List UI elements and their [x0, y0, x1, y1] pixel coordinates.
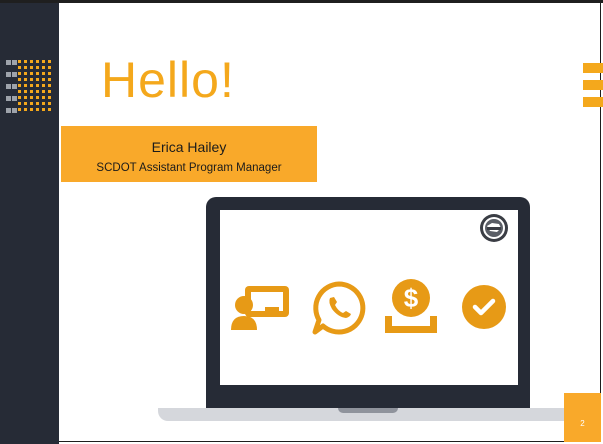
grid-dot: [36, 66, 39, 69]
grid-dot: [18, 108, 21, 111]
grid-dot: [48, 60, 51, 63]
right-bar: [583, 63, 603, 73]
presenter-role: SCDOT Assistant Program Manager: [96, 162, 282, 174]
scdot-seal-icon: [480, 214, 508, 242]
grid-dot: [30, 96, 33, 99]
grid-dot: [36, 102, 39, 105]
grid-dot: [42, 84, 45, 87]
grid-dot: [36, 78, 39, 81]
grid-dot: [12, 96, 17, 101]
grid-dot: [48, 108, 51, 111]
grid-dot: [42, 90, 45, 93]
grid-dot: [48, 102, 51, 105]
grid-dot: [36, 96, 39, 99]
grid-dot: [30, 66, 33, 69]
grid-dot: [48, 72, 51, 75]
grid-dot: [36, 108, 39, 111]
grid-dot: [18, 78, 21, 81]
grid-dot: [24, 78, 27, 81]
grid-dot: [30, 84, 33, 87]
grid-dot: [36, 72, 39, 75]
grid-dot: [30, 108, 33, 111]
grid-dot: [12, 84, 17, 89]
grid-dot: [42, 72, 45, 75]
grid-dot: [36, 84, 39, 87]
presenter-box: Erica Hailey SCDOT Assistant Program Man…: [61, 126, 317, 182]
grid-dot: [42, 96, 45, 99]
grid-dot: [42, 102, 45, 105]
page-number: 2: [580, 419, 585, 428]
grid-dot: [12, 72, 17, 77]
whatsapp-icon: [312, 281, 366, 335]
grid-dot: [24, 84, 27, 87]
grid-dot: [18, 72, 21, 75]
laptop-notch: [338, 408, 398, 413]
grid-dot: [24, 66, 27, 69]
grid-dot: [48, 96, 51, 99]
svg-text:$: $: [404, 283, 419, 313]
grid-dot: [6, 84, 11, 89]
grid-dot: [24, 60, 27, 63]
grid-dot: [48, 66, 51, 69]
dot-grid-decoration: [6, 60, 60, 118]
grid-dot: [30, 102, 33, 105]
right-bar: [583, 97, 603, 107]
grid-dot: [24, 108, 27, 111]
grid-dot: [18, 66, 21, 69]
right-bar: [583, 80, 603, 90]
grid-dot: [24, 96, 27, 99]
grid-dot: [12, 60, 17, 65]
grid-dot: [6, 108, 11, 113]
grid-dot: [24, 102, 27, 105]
grid-dot: [48, 84, 51, 87]
presenter-name: Erica Hailey: [151, 139, 227, 155]
grid-dot: [42, 60, 45, 63]
grid-dot: [18, 84, 21, 87]
grid-dot: [12, 108, 17, 113]
grid-dot: [24, 72, 27, 75]
top-border: [0, 0, 603, 3]
grid-dot: [18, 96, 21, 99]
grid-dot: [18, 90, 21, 93]
grid-dot: [6, 60, 11, 65]
grid-dot: [30, 90, 33, 93]
grid-dot: [42, 78, 45, 81]
grid-dot: [42, 108, 45, 111]
grid-dot: [24, 90, 27, 93]
grid-dot: [6, 96, 11, 101]
grid-dot: [36, 90, 39, 93]
grid-dot: [6, 72, 11, 77]
grid-dot: [48, 78, 51, 81]
presentation-user-icon: [231, 286, 289, 330]
grid-dot: [42, 66, 45, 69]
check-circle-icon: [462, 285, 506, 329]
dollar-hand-icon: $: [385, 279, 437, 333]
grid-dot: [30, 60, 33, 63]
grid-dot: [18, 102, 21, 105]
right-bar-decoration: [583, 63, 603, 114]
grid-dot: [48, 90, 51, 93]
page-number-box: 2: [564, 393, 601, 442]
grid-dot: [30, 78, 33, 81]
grid-dot: [30, 72, 33, 75]
slide-title: Hello!: [101, 52, 235, 108]
grid-dot: [36, 60, 39, 63]
grid-dot: [18, 60, 21, 63]
